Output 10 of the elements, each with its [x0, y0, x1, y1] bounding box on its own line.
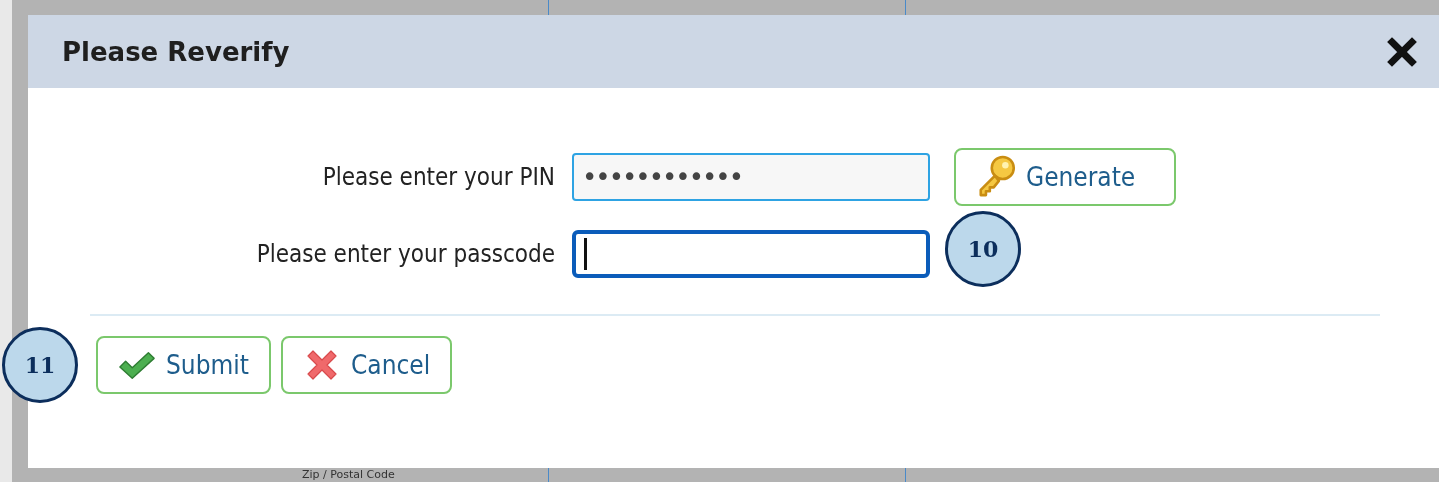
input-field[interactable]	[572, 230, 930, 278]
generate-button[interactable]: Generate	[954, 148, 1176, 206]
dialog-title: Please Reverify	[62, 36, 290, 67]
background-label: Zip / Postal Code	[302, 468, 395, 481]
input-field[interactable]: ••••••••••••	[572, 153, 930, 201]
close-icon[interactable]	[1387, 36, 1417, 67]
cancel-button[interactable]: Cancel	[281, 336, 453, 394]
field-label: Please enter your PIN	[321, 163, 555, 191]
field-label: Please enter your passcode	[255, 240, 555, 268]
submit-button[interactable]: Submit	[96, 336, 271, 394]
